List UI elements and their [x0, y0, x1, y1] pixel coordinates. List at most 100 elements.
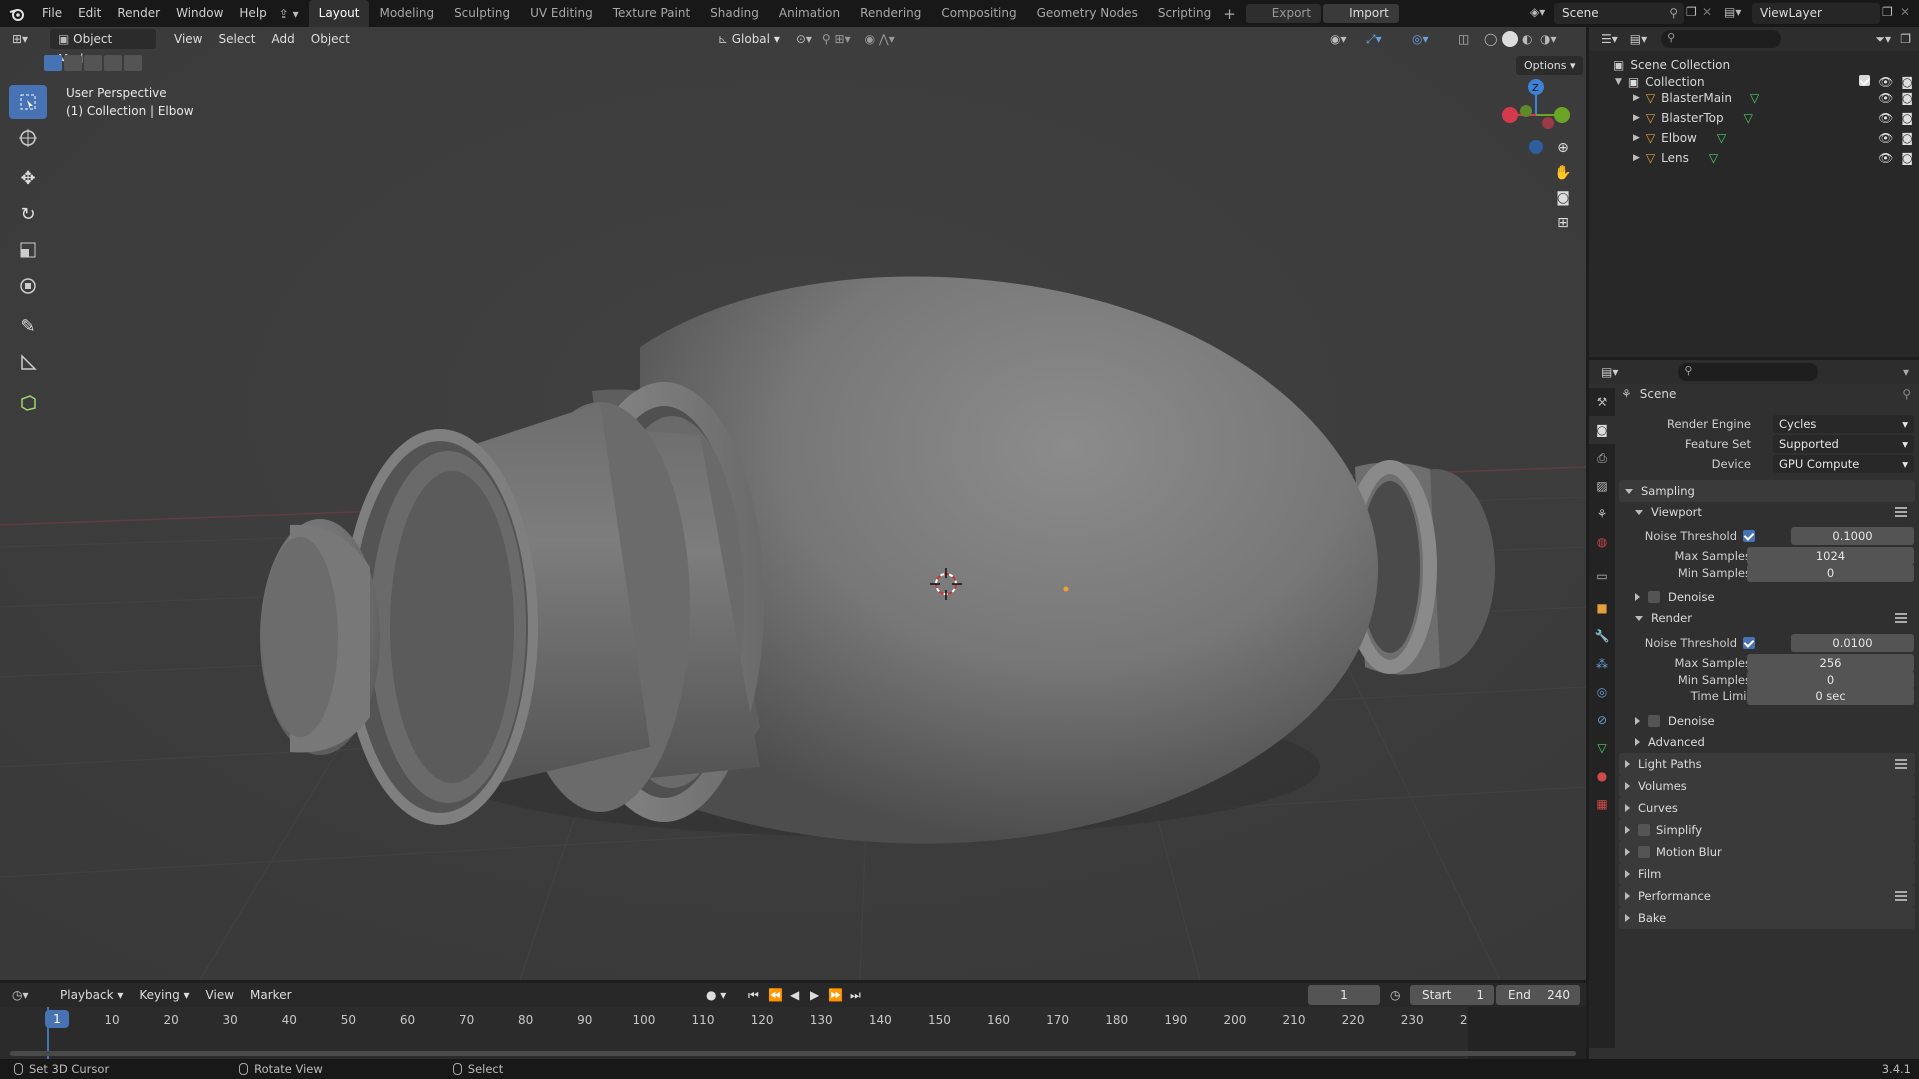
presets-icon[interactable] [1895, 613, 1907, 623]
expand-arrow-icon[interactable]: ▶ [1633, 113, 1640, 123]
tab-texture-paint[interactable]: Texture Paint [603, 0, 700, 27]
overlay-toggle-icon[interactable]: ◎▾ [1412, 32, 1429, 46]
advanced-subpanel[interactable]: Advanced [1629, 732, 1915, 752]
object-row-lens[interactable]: ▶ ▽ Lens ▽ 👁 ◙ [1589, 148, 1919, 168]
gizmo-toggle-icon[interactable]: ⤢▾ [1366, 32, 1382, 47]
outliner-search-input[interactable]: ⚲ [1661, 30, 1782, 48]
data-tab[interactable]: ▽ [1589, 734, 1615, 762]
mesh-data-icon[interactable]: ▽ [1709, 151, 1718, 165]
tab-modeling[interactable]: Modeling [369, 0, 444, 27]
eye-icon[interactable]: 👁 [1878, 75, 1893, 89]
move-tool[interactable]: ✥ [9, 161, 47, 195]
properties-options-icon[interactable]: ▾ [1903, 365, 1909, 379]
proportional-edit-icon[interactable]: ◉ ⋀▾ [865, 32, 895, 46]
scene-selector-icon[interactable]: ◈▾ [1530, 5, 1545, 19]
transform-tool[interactable] [9, 269, 47, 303]
playhead-frame-badge[interactable]: 1 [45, 1010, 69, 1028]
delete-scene-icon[interactable]: ✕ [1702, 5, 1712, 19]
menu-keying[interactable]: Keying ▾ [131, 985, 197, 1005]
current-frame-field[interactable]: 1 [1308, 985, 1380, 1005]
ortho-toggle-button[interactable]: ⊞ [1551, 211, 1575, 235]
camera-view-button[interactable]: ◙ [1551, 186, 1575, 210]
volumes-section[interactable]: Volumes [1619, 775, 1915, 797]
new-scene-icon[interactable]: ❐ [1686, 5, 1697, 19]
pivot-icon[interactable]: ⊙▾ [796, 32, 812, 46]
timeline-scrollbar[interactable] [10, 1051, 1576, 1056]
eye-icon[interactable]: 👁 [1878, 91, 1893, 105]
collection-tab[interactable]: ▭ [1589, 562, 1615, 590]
select-invert-icon[interactable] [104, 55, 122, 71]
bake-section[interactable]: Bake [1619, 907, 1915, 929]
measure-tool[interactable] [9, 345, 47, 379]
expand-arrow-icon[interactable]: ▶ [1633, 153, 1640, 163]
timeline-editor-icon[interactable]: ◷▾ [12, 988, 52, 1002]
solid-shading-icon[interactable] [1502, 31, 1518, 47]
light-paths-section[interactable]: Light Paths [1619, 753, 1915, 775]
jump-start-icon[interactable]: ⏮ [748, 988, 759, 1003]
mesh-data-icon[interactable]: ▽ [1717, 131, 1726, 145]
scene-name-field[interactable]: Scene ⚲ [1554, 3, 1684, 24]
xray-icon[interactable]: ◫ [1458, 32, 1469, 46]
menu-view[interactable]: View [166, 29, 210, 49]
menu-playback[interactable]: Playback ▾ [52, 985, 131, 1005]
exclude-checkbox[interactable] [1859, 75, 1871, 86]
material-tab[interactable]: ● [1589, 762, 1615, 790]
timeline-ruler[interactable]: 10 20 30 40 50 60 70 80 90 100 110 120 130 140 150 160 1… [0, 1007, 1586, 1059]
menu-window[interactable]: Window [168, 0, 231, 27]
device-dropdown[interactable]: GPU Compute ▾ [1773, 455, 1914, 473]
play-icon[interactable]: ▶ [810, 988, 819, 1002]
rendered-shading-icon[interactable]: ◑▾ [1540, 32, 1557, 46]
editor-type-icon[interactable]: ⊞▾ [12, 32, 48, 46]
view-layer-tab[interactable]: ▨ [1589, 472, 1615, 500]
sampling-section[interactable]: Sampling [1619, 480, 1915, 502]
display-mode-icon[interactable]: ▤▾ [1630, 32, 1647, 46]
render-camera-icon[interactable]: ◙ [1901, 131, 1913, 145]
properties-editor-icon[interactable]: ▤▾ [1601, 365, 1618, 379]
mode-dropdown[interactable]: ▣ Object Mode ▾ [50, 29, 156, 66]
object-row-blastermain[interactable]: ▶ ▽ BlasterMain ▽ 👁 ◙ [1589, 88, 1919, 108]
viewport-denoise-checkbox[interactable] [1648, 591, 1660, 603]
viewport-noise-threshold-field[interactable]: 0.1000 [1791, 527, 1914, 545]
render-noise-threshold-field[interactable]: 0.0100 [1791, 634, 1914, 652]
menu-add[interactable]: Add [264, 29, 303, 49]
add-workspace-icon[interactable]: + [1223, 5, 1236, 23]
eye-icon[interactable]: 👁 [1878, 111, 1893, 125]
texture-tab[interactable]: ▦ [1589, 790, 1615, 818]
presets-icon[interactable] [1895, 759, 1907, 769]
expand-arrow-icon[interactable]: ▶ [1633, 133, 1640, 143]
play-reverse-icon[interactable]: ◀ [790, 988, 799, 1002]
simplify-section[interactable]: Simplify [1619, 819, 1915, 841]
presets-icon[interactable] [1895, 891, 1907, 901]
curves-section[interactable]: Curves [1619, 797, 1915, 819]
annotate-tool[interactable]: ✎ [9, 309, 47, 343]
menu-help[interactable]: Help [231, 0, 274, 27]
tab-rendering[interactable]: Rendering [850, 0, 931, 27]
prev-keyframe-icon[interactable]: ⏪ [768, 988, 783, 1002]
transform-orientation-dropdown[interactable]: ⊾ Global ▾ [710, 29, 788, 49]
presets-icon[interactable] [1895, 507, 1907, 517]
render-noise-checkbox[interactable] [1743, 637, 1755, 649]
render-camera-icon[interactable]: ◙ [1901, 75, 1913, 89]
import-button[interactable]: Import [1323, 4, 1399, 23]
viewport-denoise-subpanel[interactable]: Denoise [1629, 587, 1915, 607]
next-keyframe-icon[interactable]: ⏩ [828, 988, 843, 1002]
new-viewlayer-icon[interactable]: ❐ [1882, 5, 1893, 19]
viewlayer-field[interactable]: ViewLayer [1752, 3, 1880, 24]
clock-icon[interactable]: ◷ [1390, 988, 1400, 1002]
snap-icon[interactable]: ⚲ ⊞▾ [822, 32, 851, 46]
scale-tool[interactable] [9, 233, 47, 267]
tab-geometry-nodes[interactable]: Geometry Nodes [1027, 0, 1148, 27]
material-shading-icon[interactable]: ◐ [1522, 32, 1532, 46]
start-frame-field[interactable]: Start 1 [1410, 985, 1494, 1005]
world-tab[interactable]: ◍ [1589, 528, 1615, 556]
viewport-noise-checkbox[interactable] [1743, 530, 1755, 542]
properties-search-input[interactable]: ⚲ [1678, 363, 1819, 381]
tab-sculpting[interactable]: Sculpting [444, 0, 520, 27]
output-tab[interactable]: ⎙ [1589, 444, 1615, 472]
zoom-view-button[interactable]: ⊕ [1551, 136, 1575, 160]
select-box-modes[interactable] [44, 55, 142, 71]
select-intersect-icon[interactable] [124, 55, 142, 71]
new-collection-icon[interactable]: ❐ [1900, 32, 1911, 46]
collapse-arrow-icon[interactable]: ▼ [1615, 77, 1622, 87]
delete-viewlayer-icon[interactable]: ✕ [1900, 5, 1910, 19]
